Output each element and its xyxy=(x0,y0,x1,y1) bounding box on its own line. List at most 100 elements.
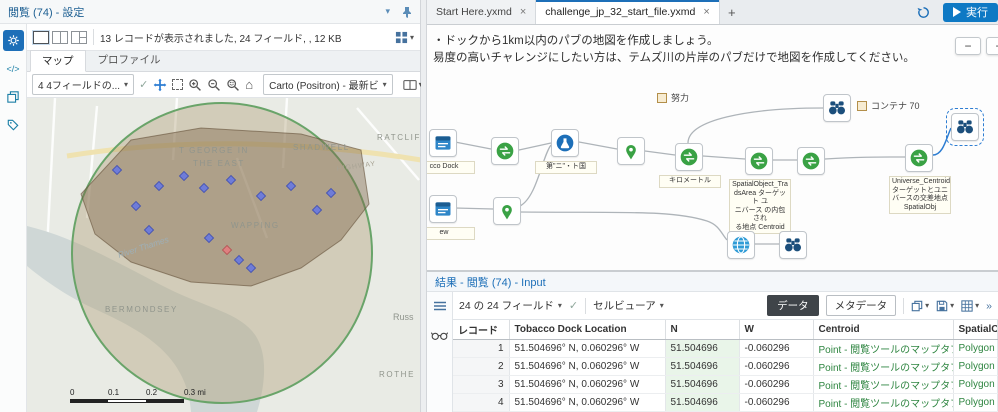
cell[interactable]: Point - 閲覧ツールのマップタブを表示 xyxy=(813,339,954,358)
cell[interactable]: 51.504696 xyxy=(665,375,740,394)
tool-create-points-2[interactable] xyxy=(493,197,521,225)
zoom-out-button[interactable]: − xyxy=(955,37,981,55)
column-header[interactable]: N xyxy=(665,320,740,340)
view-options-icon[interactable]: ▾ xyxy=(395,31,414,44)
cell[interactable]: 4 xyxy=(453,393,510,412)
doc-tab-challenge[interactable]: challenge_jp_32_start_file.yxmd × xyxy=(536,0,720,24)
select-rectangle-icon[interactable] xyxy=(172,76,184,94)
doc-tab-start-here[interactable]: Start Here.yxmd × xyxy=(427,0,537,24)
tool-create-points-1[interactable] xyxy=(617,137,645,165)
apply-check-icon[interactable]: ✓ xyxy=(569,299,578,312)
cell[interactable]: 2 xyxy=(453,357,510,376)
new-tab-button[interactable]: + xyxy=(720,0,744,24)
tool-centroid[interactable] xyxy=(905,144,933,172)
tool-trade-area[interactable] xyxy=(675,143,703,171)
column-header[interactable]: W xyxy=(739,320,814,340)
cell[interactable]: 51.504696° N, 0.060296° W xyxy=(509,357,666,376)
layout-single-icon[interactable] xyxy=(33,30,49,44)
fields-dropdown[interactable]: 4 4フィールドの... ▾ xyxy=(32,74,135,95)
tool-browse-selected[interactable] xyxy=(946,108,984,146)
metadata-tab-button[interactable]: メタデータ xyxy=(825,295,897,316)
cell[interactable]: 51.504696° N, 0.060296° W xyxy=(509,375,666,394)
container-icon xyxy=(657,92,667,103)
zoom-in-button[interactable]: + xyxy=(986,37,998,55)
table-row[interactable]: 1 51.504696° N, 0.060296° W 51.504696 -0.06… xyxy=(453,339,998,358)
tool-browse-top[interactable] xyxy=(823,94,851,122)
workflow-canvas[interactable]: ・ドックから1km以内のパブの地図を作成しましょう。 易度の高いチャレンジにした… xyxy=(427,25,998,270)
zoom-full-extent-icon[interactable]: ⌂ xyxy=(245,76,253,94)
chevron-down-icon[interactable]: ▾ xyxy=(385,6,390,17)
tool-formula[interactable] xyxy=(551,129,579,157)
legend-book-icon[interactable]: ▾ xyxy=(402,79,423,91)
settings-gear-icon[interactable] xyxy=(2,30,24,51)
glasses-icon[interactable] xyxy=(431,330,448,341)
cell[interactable]: Point - 閲覧ツールのマップタブを表示 xyxy=(813,357,954,376)
map-label: BERMONDSEY xyxy=(105,305,178,314)
tool-input-2[interactable] xyxy=(429,195,457,223)
map-view[interactable]: T GEORGE IN THE EAST SHADWELL RATCLIF HIGHWA… xyxy=(27,98,420,412)
cell[interactable]: Point - 閲覧ツールのマップタブを表示 xyxy=(813,375,954,394)
basemap-dropdown[interactable]: Carto (Positron) - 最新ビ ▾ xyxy=(263,74,393,95)
tool-globe[interactable] xyxy=(727,231,755,259)
zoom-in-icon[interactable] xyxy=(188,76,202,94)
history-icon[interactable] xyxy=(916,5,931,20)
tab-profile[interactable]: プロファイル xyxy=(86,49,173,71)
grid-icon[interactable]: ▾ xyxy=(961,299,979,312)
rows-icon[interactable] xyxy=(433,300,447,312)
zoom-out-icon[interactable] xyxy=(207,76,221,94)
cell[interactable]: 3 xyxy=(453,375,510,394)
cell-viewer-dropdown[interactable]: セルビューア ▾ xyxy=(593,298,664,313)
table-row[interactable]: 3 51.504696° N, 0.060296° W 51.504696 -0.06… xyxy=(453,375,998,394)
cell[interactable]: Polygon xyxy=(953,339,998,358)
cell[interactable]: 51.504696° N, 0.060296° W xyxy=(509,393,666,412)
cell[interactable]: 51.504696 xyxy=(665,393,740,412)
cell[interactable]: 51.504696 xyxy=(665,357,740,376)
close-icon[interactable]: × xyxy=(703,6,709,18)
tab-map[interactable]: マップ xyxy=(30,50,86,72)
fields-filter-dropdown[interactable]: 24 の 24 フィールド ▾ xyxy=(459,298,562,313)
zoom-selection-icon[interactable] xyxy=(226,76,240,94)
data-tab-button[interactable]: データ xyxy=(767,295,819,316)
cell[interactable]: 1 xyxy=(453,339,510,358)
tag-icon[interactable] xyxy=(3,114,24,135)
layout-split-mixed-icon[interactable] xyxy=(71,30,87,44)
cell[interactable]: 51.504696° N, 0.060296° W xyxy=(509,339,666,358)
layout-split-vertical-icon[interactable] xyxy=(52,30,68,44)
tool-spatial-match-a[interactable] xyxy=(745,147,773,175)
cell[interactable]: -0.060296 xyxy=(739,375,814,394)
column-header[interactable]: Tobacco Dock Location xyxy=(509,320,666,340)
pan-icon[interactable] xyxy=(153,76,167,94)
cell[interactable]: -0.060296 xyxy=(739,393,814,412)
copy-icon[interactable]: ▾ xyxy=(911,300,929,312)
container-label[interactable]: コンテナ 70 xyxy=(857,99,920,112)
cell[interactable]: Polygon xyxy=(953,375,998,394)
cell[interactable]: 51.504696 xyxy=(665,339,740,358)
column-header[interactable]: Centroid xyxy=(813,320,954,340)
results-gutter xyxy=(427,292,453,412)
xml-code-icon[interactable]: </> xyxy=(3,58,24,79)
more-icon[interactable]: » xyxy=(986,300,992,312)
tool-input-dock[interactable] xyxy=(429,129,457,157)
column-header[interactable]: レコード xyxy=(453,320,510,340)
cell[interactable]: -0.060296 xyxy=(739,339,814,358)
container-label[interactable]: 努力 xyxy=(657,91,689,104)
map-toolbar: 4 4フィールドの... ▾ ✓ ⌂ Carto (Positron) - 最新… xyxy=(27,72,423,98)
layers-icon[interactable] xyxy=(3,86,24,107)
cell[interactable]: Polygon xyxy=(953,393,998,412)
cell[interactable]: Point - 閲覧ツールのマップタブを表示 xyxy=(813,393,954,412)
cell[interactable]: -0.060296 xyxy=(739,357,814,376)
close-icon[interactable]: × xyxy=(520,6,526,18)
table-row[interactable]: 2 51.504696° N, 0.060296° W 51.504696 -0.06… xyxy=(453,357,998,376)
cell[interactable]: Polygon xyxy=(953,357,998,376)
tool-select-1[interactable] xyxy=(491,137,519,165)
column-header[interactable]: SpatialO xyxy=(953,320,998,340)
tool-browse-2[interactable] xyxy=(779,231,807,259)
apply-check-icon[interactable]: ✓ xyxy=(139,78,148,91)
save-icon[interactable]: ▾ xyxy=(936,300,954,312)
green-tool-icon xyxy=(802,152,820,170)
play-icon xyxy=(953,7,961,17)
run-button[interactable]: 実行 xyxy=(943,2,998,22)
pin-icon[interactable] xyxy=(402,6,412,18)
table-row[interactable]: 4 51.504696° N, 0.060296° W 51.504696 -0.06… xyxy=(453,393,998,412)
tool-spatial-match-b[interactable] xyxy=(797,147,825,175)
